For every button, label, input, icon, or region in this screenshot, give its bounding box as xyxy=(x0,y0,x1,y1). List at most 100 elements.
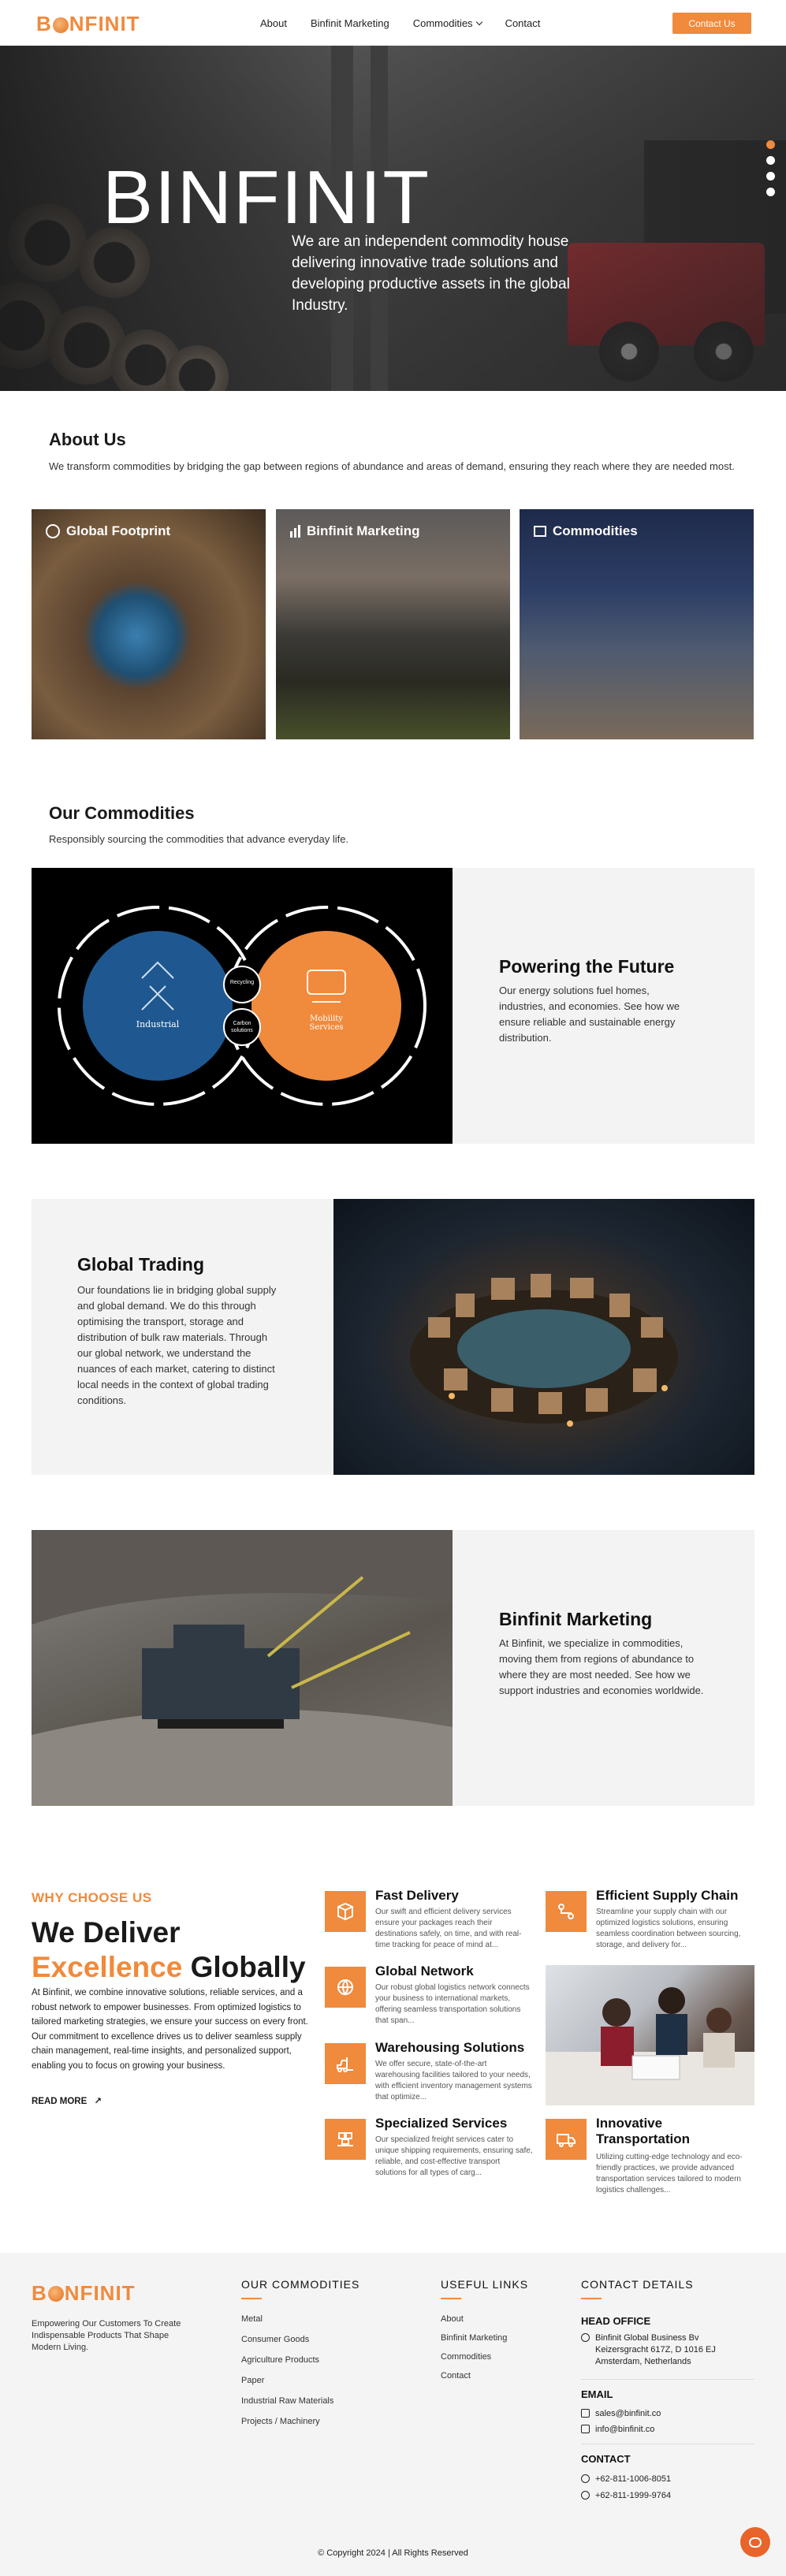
logo-letters: NFINIT xyxy=(64,2281,136,2305)
footer-commodity-link[interactable]: Agriculture Products xyxy=(241,2355,319,2365)
feature-title: Fast Delivery xyxy=(375,1888,459,1903)
footer-link[interactable]: Binfinit Marketing xyxy=(441,2333,507,2343)
logo-circle-icon xyxy=(52,17,69,33)
read-more-label: READ MORE xyxy=(32,2097,88,2106)
why-heading: We Deliver Excellence Globally xyxy=(32,1915,306,1985)
footer-links-title: USEFUL LINKS xyxy=(441,2278,529,2299)
feature-text: Our robust global logistics network conn… xyxy=(375,1983,530,2025)
hero-banner: BINFINIT We are an independent commodity… xyxy=(0,46,786,391)
panel-title: Binfinit Marketing xyxy=(499,1609,653,1629)
phone-row[interactable]: +62-811-1006-8051 xyxy=(581,2474,671,2485)
why-heading-accent: Excellence xyxy=(32,1951,183,1983)
pallet-icon xyxy=(325,2119,366,2160)
slider-dot-2[interactable] xyxy=(766,156,775,165)
footer-commodity-link[interactable]: Projects / Machinery xyxy=(241,2417,320,2426)
footer-commodities-title: OUR COMMODITIES xyxy=(241,2278,360,2299)
email-row[interactable]: info@binfinit.co xyxy=(581,2424,654,2436)
feature-title: Global Network xyxy=(375,1964,474,1979)
trading-ring-illustration xyxy=(410,1274,678,1427)
footer-link[interactable]: Contact xyxy=(441,2371,471,2381)
feature-title: Efficient Supply Chain xyxy=(596,1888,739,1903)
contact-us-button[interactable]: Contact Us xyxy=(672,13,751,34)
card-binfinit-marketing[interactable]: Binfinit Marketing xyxy=(276,509,510,739)
footer-link[interactable]: About xyxy=(441,2314,464,2324)
address-text: Binfinit Global Business Bv Keizersgrach… xyxy=(595,2333,716,2366)
panel-text: Our foundations lie in bridging global s… xyxy=(77,1284,277,1406)
arrow-up-right-icon: ↗ xyxy=(94,2097,102,2106)
whatsapp-icon xyxy=(581,2491,590,2500)
why-choose-us-tag: WHY CHOOSE US xyxy=(32,1890,152,1905)
nav-item-contact[interactable]: Contact xyxy=(505,17,541,29)
diagram-label-industrial: Industrial xyxy=(136,1019,180,1029)
diagram-label-recycling: Recycling xyxy=(229,980,255,985)
mail-icon xyxy=(581,2425,590,2433)
card-title: Binfinit Marketing xyxy=(307,523,420,538)
card-global-footprint[interactable]: Global Footprint xyxy=(32,509,266,739)
contact-label: CONTACT xyxy=(581,2453,631,2465)
feature-title: Specialized Services xyxy=(375,2116,508,2131)
nav-item-marketing[interactable]: Binfinit Marketing xyxy=(311,17,389,29)
logo-letter-b: B xyxy=(36,12,52,35)
email-row[interactable]: sales@binfinit.co xyxy=(581,2408,661,2420)
team-illustration xyxy=(546,1987,754,2105)
read-more-link[interactable]: READ MORE ↗ xyxy=(32,2095,102,2106)
infinity-diagram-svg xyxy=(58,906,427,1106)
route-icon xyxy=(546,1891,587,1932)
feature-title: Warehousing Solutions xyxy=(375,2040,525,2055)
footer-contact-title: CONTACT DETAILS xyxy=(581,2278,694,2299)
why-heading-line-1: We Deliver xyxy=(32,1916,181,1949)
brand-logo[interactable]: B NFINIT xyxy=(36,12,140,36)
card-commodities[interactable]: Commodities xyxy=(520,509,754,739)
card-commodities-label: Commodities xyxy=(534,523,638,539)
globe-icon xyxy=(46,524,60,538)
chat-button[interactable] xyxy=(740,2527,770,2557)
card-title: Global Footprint xyxy=(66,523,171,538)
nav-item-commodities-label: Commodities xyxy=(412,17,473,29)
slider-dot-4[interactable] xyxy=(766,188,775,196)
slider-dot-1[interactable] xyxy=(766,140,775,149)
truck-icon xyxy=(546,2119,587,2160)
footer-logo[interactable]: B NFINIT xyxy=(32,2281,136,2306)
logo-letters: NFINIT xyxy=(69,12,140,35)
email-text: info@binfinit.co xyxy=(595,2425,655,2434)
top-navigation: B NFINIT About Binfinit Marketing Commodi… xyxy=(0,0,786,46)
hero-title: BINFINIT xyxy=(102,155,430,240)
footer-commodity-link[interactable]: Metal xyxy=(241,2314,263,2324)
chat-bubble-icon xyxy=(749,2537,762,2548)
slider-dots xyxy=(766,140,775,196)
feature-text: Streamline your supply chain with our op… xyxy=(596,1908,741,1949)
head-office-label: HEAD OFFICE xyxy=(581,2315,651,2327)
feature-text: Utilizing cutting-edge technology and ec… xyxy=(596,2153,743,2194)
why-heading-line-2: Excellence Globally xyxy=(32,1950,306,1985)
head-office-address: Binfinit Global Business Bv Keizersgrach… xyxy=(581,2332,739,2368)
card-marketing-label: Binfinit Marketing xyxy=(290,523,420,539)
commodities-text: Responsibly sourcing the commodities tha… xyxy=(49,833,349,845)
team-meeting-image xyxy=(546,1965,754,2105)
nav-item-commodities[interactable]: Commodities xyxy=(413,17,482,29)
panel-title: Powering the Future xyxy=(499,956,675,977)
email-text: sales@binfinit.co xyxy=(595,2409,661,2418)
box-icon xyxy=(534,526,546,537)
slider-dot-3[interactable] xyxy=(766,172,775,181)
panel-title: Global Trading xyxy=(77,1254,205,1275)
copyright: © Copyright 2024 | All Rights Reserved xyxy=(318,2548,468,2558)
chevron-down-icon xyxy=(475,18,482,26)
mining-plant-image xyxy=(32,1530,453,1806)
footer-link[interactable]: Commodities xyxy=(441,2352,491,2362)
feature-text: Our specialized freight services cater t… xyxy=(375,2135,533,2177)
footer-commodity-link[interactable]: Industrial Raw Materials xyxy=(241,2396,333,2406)
phone-row[interactable]: +62-811-1999-9764 xyxy=(581,2490,671,2502)
about-text: We transform commodities by bridging the… xyxy=(49,460,735,472)
bars-icon xyxy=(290,525,300,538)
logo-circle-icon xyxy=(47,2285,64,2302)
why-text: At Binfinit, we combine innovative solut… xyxy=(32,1988,308,2071)
panel-powering-future: Industrial Recycling Carbon solutions Mo… xyxy=(32,868,754,1144)
hero-text: We are an independent commodity house de… xyxy=(292,233,570,314)
footer-commodity-link[interactable]: Paper xyxy=(241,2376,264,2385)
footer-divider xyxy=(581,2379,754,2380)
email-label: EMAIL xyxy=(581,2388,613,2400)
panel-text: Our energy solutions fuel homes, industr… xyxy=(499,985,680,1044)
phone-text: +62-811-1999-9764 xyxy=(595,2491,672,2500)
nav-item-about[interactable]: About xyxy=(260,17,287,29)
footer-commodity-link[interactable]: Consumer Goods xyxy=(241,2335,309,2344)
